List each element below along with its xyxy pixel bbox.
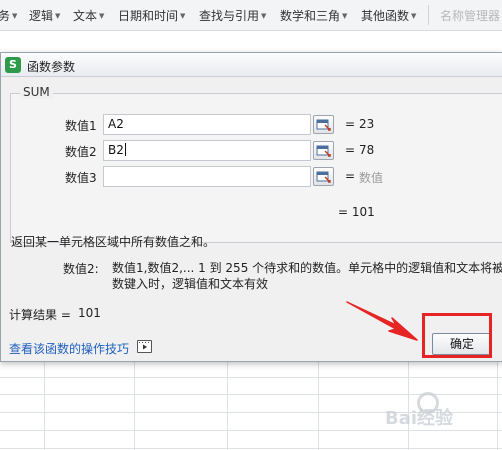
annotation-highlight-box [422,313,492,358]
ribbon-item-lookup[interactable]: 查找与引用 ▼ [199,8,266,24]
arg2-label: 数值2 [65,145,97,159]
grid-line [0,377,502,378]
dialog-titlebar[interactable]: S 函数参数 [1,53,502,77]
arg1-equals: = [345,117,356,131]
watermark: Bai经验 [385,408,454,429]
function-description: 返回某一单元格区域中所有数值之和。 [11,235,216,249]
formula-result: = 101 [338,205,375,219]
function-help-link[interactable]: 查看该函数的操作技巧 [9,340,129,357]
arg1-range-picker-button[interactable] [313,115,334,134]
grid-line [318,360,319,450]
arg3-equals: = [345,169,356,183]
calc-result-value: 101 [78,306,101,320]
grid-line [0,448,502,449]
arg2-equals: = [345,143,356,157]
param-description-line: 数值1,数值2,... 1 到 255 个待求和的数值。单元格中的逻辑值和文本将… [112,261,502,275]
play-icon [139,342,149,350]
arg3-input[interactable] [103,166,311,187]
arg3-range-picker-button[interactable] [313,167,334,186]
chevron-down-icon: ▼ [180,12,186,20]
arg3-result-hint: 数值 [359,171,384,185]
grid-line [44,360,45,450]
grid-line [134,360,135,450]
chevron-down-icon: ▼ [99,12,105,20]
range-picker-icon [316,145,331,157]
param-name: 数值2: [63,262,99,276]
grid-line [227,360,228,450]
ribbon-separator [428,5,429,25]
ribbon-item-datetime[interactable]: 日期和时间 ▼ [118,8,185,24]
ribbon-item-math[interactable]: 数学和三角 ▼ [280,8,347,24]
arg2-range-picker-button[interactable] [313,141,334,160]
arg3-label: 数值3 [65,171,97,185]
function-name-label: SUM [20,85,53,99]
ribbon-item-finance[interactable]: 务 ▼ [0,8,17,24]
ribbon-item-text[interactable]: 文本 ▼ [73,8,104,24]
ribbon-toolbar: 务 ▼ 逻辑 ▼ 文本 ▼ 日期和时间 ▼ 查找与引用 ▼ 数学和三角 ▼ 其他函数 ▼ 名称… [0,0,502,31]
ribbon-item-name-manager: 名称管理器 [440,9,501,23]
grid-line [497,360,498,450]
video-icon[interactable] [137,340,152,353]
arg2-result: 78 [359,143,375,157]
param-description: 数值1,数值2,... 1 到 255 个待求和的数值。单元格中的逻辑值和文本将… [112,260,502,292]
range-picker-icon [316,119,331,131]
ribbon-item-other[interactable]: 其他函数 ▼ [361,8,416,24]
arg1-input[interactable]: A2 [103,114,311,135]
ribbon-item-logic[interactable]: 逻辑 ▼ [29,8,60,24]
chevron-down-icon: ▼ [55,12,61,20]
calc-result-label: 计算结果 = [9,308,71,322]
chevron-down-icon: ▼ [342,12,348,20]
grid-line [0,430,502,431]
range-picker-icon [316,171,331,183]
arg1-result: 23 [359,117,375,131]
arg2-input[interactable]: B2 [103,140,311,161]
wps-app-icon: S [5,57,21,73]
text-cursor [124,143,126,156]
param-description-line: 数键入时，逻辑值和文本有效 [112,277,269,291]
chevron-down-icon: ▼ [12,12,18,20]
dialog-title: 函数参数 [27,60,76,74]
arg1-label: 数值1 [65,119,97,133]
chevron-down-icon: ▼ [261,12,267,20]
chevron-down-icon: ▼ [411,12,417,20]
